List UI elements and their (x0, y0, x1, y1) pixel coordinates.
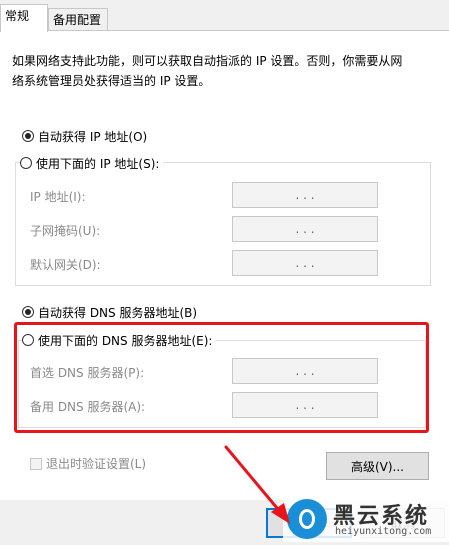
tab-alternate-config[interactable]: 备用配置 (48, 8, 108, 30)
subnet-mask-input[interactable]: . . . (232, 216, 378, 242)
advanced-button[interactable]: 高级(V)... (326, 452, 429, 480)
tab-alternate-config-label: 备用配置 (53, 13, 102, 27)
validate-on-exit-checkbox[interactable] (30, 457, 42, 470)
dns-auto-option[interactable]: 自动获得 DNS 服务器地址(B) (22, 303, 197, 321)
ip-auto-label: 自动获得 IP 地址(O) (38, 129, 148, 144)
ip-auto-radio[interactable] (22, 130, 34, 142)
ip-auto-option[interactable]: 自动获得 IP 地址(O) (22, 127, 147, 145)
site-watermark: 黑云系统 heiyunxitong.com (283, 496, 449, 542)
dns-auto-label: 自动获得 DNS 服务器地址(B) (38, 305, 198, 320)
ip-manual-radio[interactable] (20, 157, 32, 169)
subnet-mask-label: 子网掩码(U): (30, 224, 101, 238)
ip-address-input[interactable]: . . . (232, 182, 378, 208)
dns-auto-radio[interactable] (22, 306, 34, 318)
ip-manual-option[interactable]: 使用下面的 IP 地址(S): (20, 154, 164, 172)
default-gateway-input[interactable]: . . . (232, 250, 378, 276)
description-text: 如果网络支持此功能，则可以获取自动指派的 IP 设置。否则，你需要从网 络系统管… (12, 54, 403, 88)
ip-manual-label: 使用下面的 IP 地址(S): (36, 156, 160, 171)
validate-on-exit-label: 退出时验证设置(L) (46, 457, 147, 471)
default-gateway-label: 默认网关(D): (30, 258, 101, 272)
tab-general[interactable]: 常规 (0, 4, 48, 32)
validate-on-exit-option[interactable]: 退出时验证设置(L) (30, 455, 146, 472)
tab-general-label: 常规 (5, 9, 30, 23)
ip-address-label: IP 地址(I): (30, 190, 86, 204)
highlight-box (14, 322, 429, 433)
watermark-url: heiyunxitong.com (335, 526, 432, 537)
watermark-logo-icon (287, 499, 327, 539)
